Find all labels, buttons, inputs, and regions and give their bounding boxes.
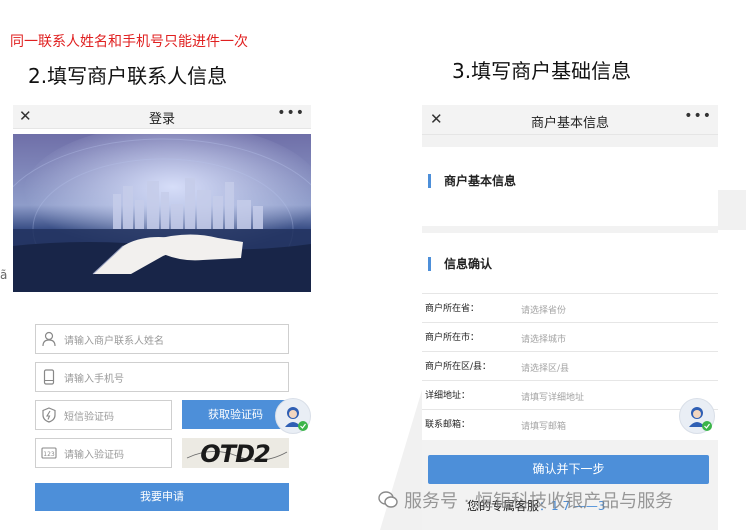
district-select[interactable]: 请选择区/县 xyxy=(521,361,569,374)
province-row[interactable]: 商户所在省： 请选择省份 xyxy=(422,293,718,322)
contact-name-placeholder: 请输入商户联系人姓名 xyxy=(64,336,164,347)
support-avatar[interactable] xyxy=(275,398,311,434)
merchant-topbar: ✕ 商户基本信息 ••• xyxy=(422,105,718,135)
province-select[interactable]: 请选择省份 xyxy=(521,303,566,316)
phone-icon xyxy=(43,369,55,385)
section-confirm: 信息确认 xyxy=(428,257,492,271)
watermark: 服务号 · 恒钜科技收银产品与服务 xyxy=(378,487,673,513)
more-icon[interactable]: ••• xyxy=(277,105,305,121)
phone-placeholder: 请输入手机号 xyxy=(64,374,124,385)
contact-name-field[interactable]: 请输入商户联系人姓名 xyxy=(35,324,289,354)
apply-button[interactable]: 我要申请 xyxy=(35,483,289,511)
support-avatar[interactable] xyxy=(679,398,715,434)
captcha-field[interactable]: 123 请输入验证码 xyxy=(35,438,172,468)
confirm-next-button[interactable]: 确认并下一步 xyxy=(428,455,709,484)
svg-text:123: 123 xyxy=(43,451,55,458)
sms-code-placeholder: 短信验证码 xyxy=(64,412,114,423)
district-label: 商户所在区/县： xyxy=(425,362,492,372)
get-code-button[interactable]: 获取验证码 xyxy=(182,400,289,429)
city-label: 商户所在市： xyxy=(425,333,480,343)
email-label: 联系邮箱： xyxy=(425,420,471,430)
red-note: 同一联系人姓名和手机号只能进件一次 xyxy=(10,34,248,50)
step3-heading: 3.填写商户基础信息 xyxy=(452,59,632,83)
phone-field[interactable]: 请输入手机号 xyxy=(35,362,289,392)
step2-heading: 2.填写商户联系人信息 xyxy=(28,64,228,88)
address-label: 详细地址： xyxy=(425,391,471,401)
wechat-icon xyxy=(378,491,398,508)
merchant-info-screen: ✕ 商户基本信息 ••• 商户基本信息 信息确认 商户所在省： 请选择省份 商户… xyxy=(422,105,718,530)
captcha-placeholder: 请输入验证码 xyxy=(64,450,124,461)
district-row[interactable]: 商户所在区/县： 请选择区/县 xyxy=(422,351,718,380)
edge-mark: ã xyxy=(0,268,8,282)
login-screen: ✕ 登录 ••• 请输入商户联系人姓名 请输入手机号 短信验证码 获取验证码 1… xyxy=(13,105,311,525)
basic-info-card: 商户基本信息 xyxy=(422,147,718,226)
more-icon[interactable]: ••• xyxy=(684,108,712,124)
watermark-text: 服务号 · 恒钜科技收银产品与服务 xyxy=(404,491,674,512)
shield-icon xyxy=(42,407,56,423)
address-row[interactable]: 详细地址： 请填写详细地址 xyxy=(422,380,718,409)
customer-service-icon xyxy=(689,407,712,431)
email-row[interactable]: 联系邮箱： 请填写邮箱 xyxy=(422,409,718,438)
customer-service-icon xyxy=(285,407,308,431)
email-input[interactable]: 请填写邮箱 xyxy=(521,419,566,432)
address-input[interactable]: 请填写详细地址 xyxy=(521,390,584,403)
login-title: 登录 xyxy=(148,112,175,127)
province-label: 商户所在省： xyxy=(425,304,480,314)
login-topbar: ✕ 登录 ••• xyxy=(13,105,311,129)
captcha-graphic: OTD2 xyxy=(186,440,288,468)
handshake-banner xyxy=(13,134,311,292)
user-icon xyxy=(42,331,56,347)
sms-code-field[interactable]: 短信验证码 xyxy=(35,400,172,430)
merchant-title: 商户基本信息 xyxy=(530,116,609,131)
city-select[interactable]: 请选择城市 xyxy=(521,332,566,345)
confirm-info-card: 信息确认 商户所在省： 请选择省份 商户所在市： 请选择城市 商户所在区/县： … xyxy=(422,233,718,440)
captcha-icon: 123 xyxy=(41,447,57,459)
city-row[interactable]: 商户所在市： 请选择城市 xyxy=(422,322,718,351)
captcha-image[interactable]: OTD2 xyxy=(182,438,289,468)
section-basic-info: 商户基本信息 xyxy=(428,174,516,188)
captcha-text: OTD2 xyxy=(200,440,270,468)
